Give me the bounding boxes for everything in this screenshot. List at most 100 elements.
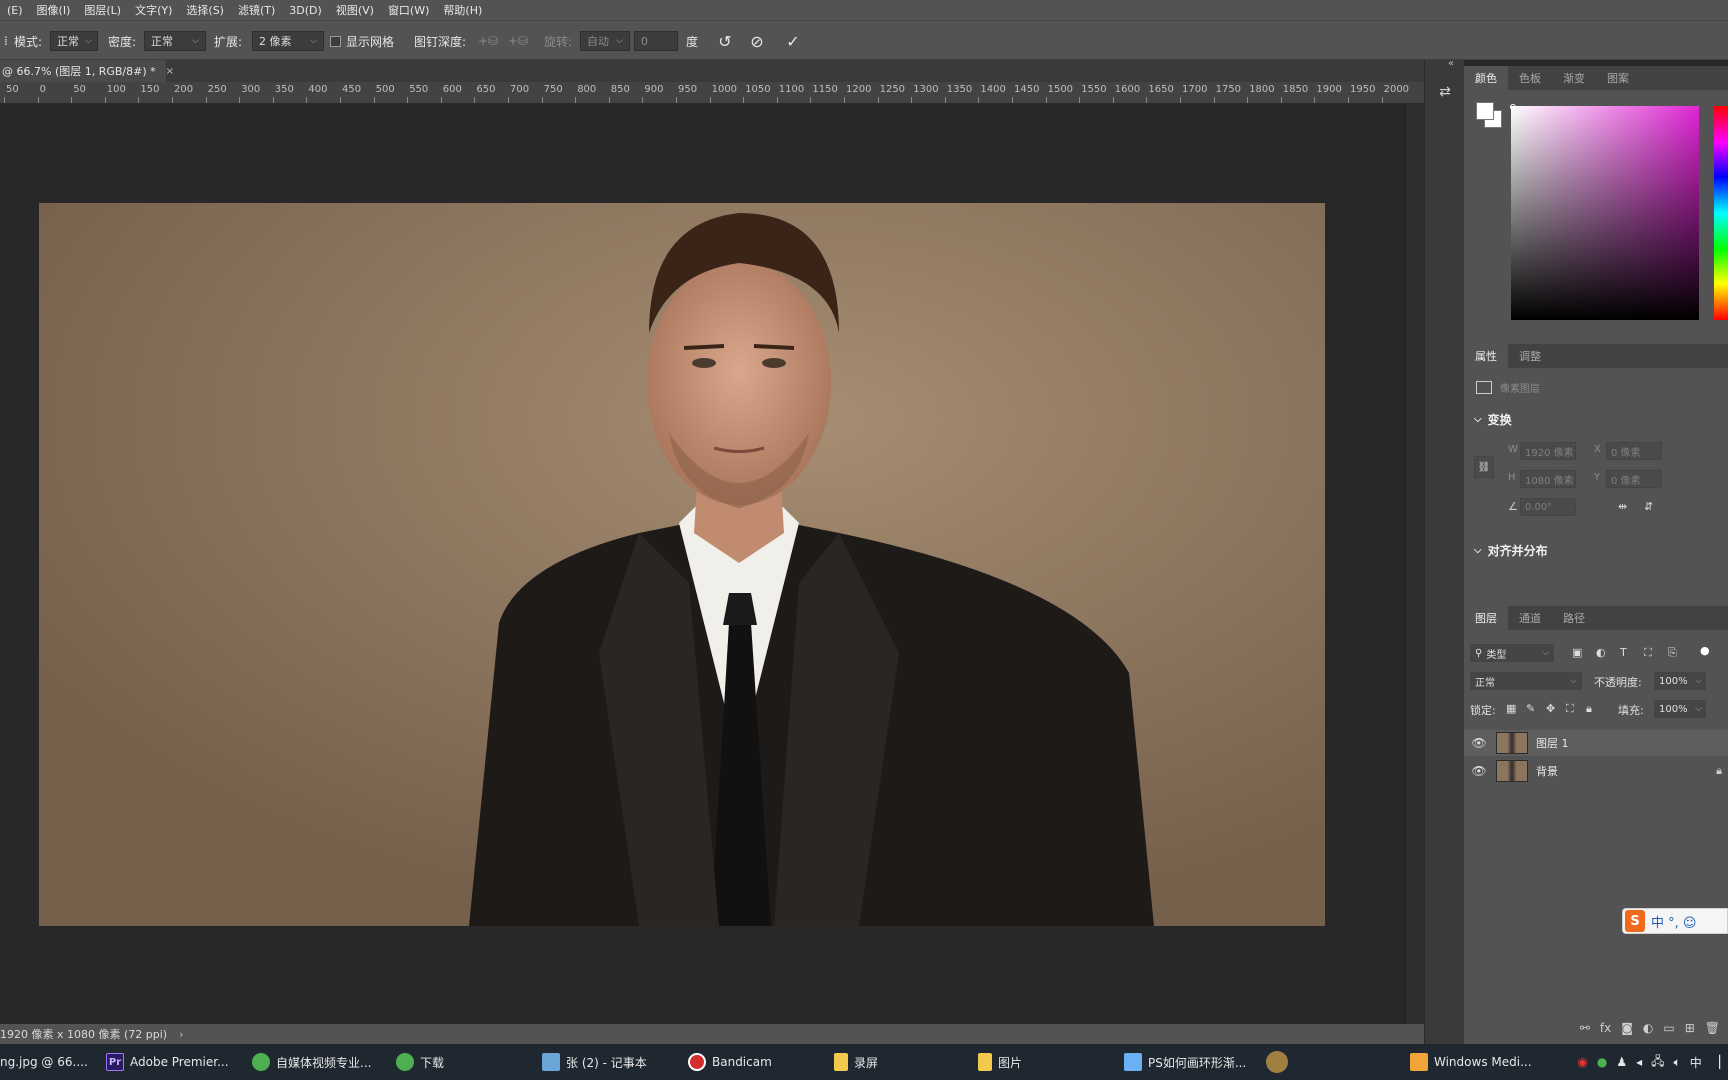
speaker-icon[interactable]: ◂: [1636, 1055, 1642, 1069]
layer-filter-select[interactable]: ⚲ 类型 ⌵: [1470, 644, 1554, 662]
pin-forward-icon[interactable]: +⛁: [478, 31, 498, 51]
color-picker-field[interactable]: [1511, 106, 1699, 320]
align-distribute-section[interactable]: ⌵ 对齐并分布: [1474, 542, 1548, 559]
fill-field[interactable]: 100% ⌵: [1654, 700, 1706, 718]
layer-row[interactable]: 👁︎ 图层 1: [1464, 730, 1728, 756]
taskbar-item-folder-recordings[interactable]: 录屏: [834, 1044, 878, 1080]
filter-pixel-icon[interactable]: ▣: [1572, 646, 1582, 659]
tab-properties[interactable]: 属性: [1464, 344, 1508, 368]
tab-channels[interactable]: 通道: [1508, 606, 1552, 630]
y-field[interactable]: 0 像素: [1606, 470, 1662, 488]
x-field[interactable]: 0 像素: [1606, 442, 1662, 460]
hue-slider[interactable]: [1714, 106, 1728, 320]
network-icon[interactable]: 🖧︎: [1651, 1052, 1664, 1073]
layer-row[interactable]: 👁︎ 背景 🔒︎: [1464, 758, 1728, 784]
expand-select[interactable]: 2 像素 ⌵: [252, 31, 324, 51]
layer-name[interactable]: 图层 1: [1536, 735, 1569, 751]
color-picker-marker[interactable]: [1510, 104, 1516, 110]
link-icon[interactable]: ⛓: [1474, 456, 1494, 478]
menu-item[interactable]: 文字(Y): [128, 2, 179, 18]
foreground-color-swatch[interactable]: [1476, 102, 1494, 120]
taskbar-item-media-player[interactable]: Windows Medi...: [1410, 1044, 1532, 1080]
taskbar-item-folder-pictures[interactable]: 图片: [978, 1044, 1022, 1080]
tab-adjustments[interactable]: 调整: [1508, 344, 1552, 368]
history-icon[interactable]: ⇄: [1435, 82, 1455, 102]
menu-item[interactable]: 帮助(H): [436, 2, 489, 18]
tab-swatches[interactable]: 色板: [1508, 66, 1552, 90]
reset-icon[interactable]: ↺: [714, 31, 736, 51]
filter-shape-icon[interactable]: ⛶: [1644, 646, 1652, 660]
canvas-image[interactable]: [39, 203, 1325, 926]
taskbar-item-photoshop[interactable]: ng.jpg @ 66....: [0, 1044, 88, 1080]
wechat-icon[interactable]: ●: [1597, 1055, 1607, 1069]
menu-item[interactable]: 滤镜(T): [231, 2, 282, 18]
layer-name[interactable]: 背景: [1536, 763, 1558, 779]
taskbar-item-ps-tutorial[interactable]: PS如何画环形渐...: [1124, 1044, 1246, 1080]
cancel-icon[interactable]: ⊘: [746, 31, 768, 51]
link-layers-icon[interactable]: ⚯: [1580, 1021, 1590, 1035]
menu-item[interactable]: 3D(D): [282, 4, 329, 17]
visibility-eye-icon[interactable]: 👁︎: [1468, 736, 1490, 750]
taskbar-item-notepad[interactable]: 张 (2) - 记事本: [542, 1044, 647, 1080]
lock-transparent-icon[interactable]: ▦: [1506, 702, 1516, 715]
network-app-icon[interactable]: ♟: [1616, 1055, 1627, 1069]
angle-field[interactable]: 0.00°: [1520, 498, 1576, 516]
transform-section[interactable]: ⌵ 变换: [1474, 411, 1512, 428]
density-select[interactable]: 正常 ⌵: [144, 31, 206, 51]
filter-toggle-icon[interactable]: ●: [1700, 644, 1710, 657]
menu-item[interactable]: (E): [0, 4, 30, 17]
canvas-area[interactable]: [0, 104, 1405, 1024]
volume-icon[interactable]: 🔈︎: [1674, 1055, 1681, 1070]
blend-mode-select[interactable]: 正常 ⌵: [1470, 672, 1582, 690]
taskbar-item-premiere[interactable]: Pr Adobe Premier...: [106, 1044, 229, 1080]
menu-item[interactable]: 图层(L): [77, 2, 128, 18]
filter-type-icon[interactable]: T: [1620, 646, 1627, 659]
tab-color[interactable]: 颜色: [1464, 66, 1508, 90]
tab-layers[interactable]: 图层: [1464, 606, 1508, 630]
taskbar-item-app[interactable]: [1266, 1044, 1294, 1080]
commit-check-icon[interactable]: ✓: [782, 31, 804, 51]
tab-patterns[interactable]: 图案: [1596, 66, 1640, 90]
vertical-scrollbar[interactable]: [1405, 104, 1424, 1024]
taskbar-item-bandicam[interactable]: Bandicam: [688, 1044, 772, 1080]
lock-position-icon[interactable]: ✥: [1546, 702, 1555, 715]
rotate-select[interactable]: 自动 ⌵: [580, 31, 630, 51]
document-tab[interactable]: @ 66.7% (图层 1, RGB/8#) * ×: [0, 60, 174, 82]
show-desktop-icon[interactable]: ▕: [1711, 1055, 1720, 1069]
close-icon[interactable]: ×: [166, 66, 174, 77]
ime-toolbar[interactable]: S 中 °, ☺: [1622, 908, 1728, 934]
tab-paths[interactable]: 路径: [1552, 606, 1596, 630]
tab-gradients[interactable]: 渐变: [1552, 66, 1596, 90]
pin-backward-icon[interactable]: +⛁: [508, 31, 528, 51]
visibility-eye-icon[interactable]: 👁︎: [1468, 764, 1490, 778]
mode-select[interactable]: 正常 ⌵: [50, 31, 98, 51]
angle-input[interactable]: 0: [634, 31, 678, 51]
menu-item[interactable]: 窗口(W): [381, 2, 436, 18]
fx-icon[interactable]: fx: [1600, 1021, 1611, 1035]
opacity-field[interactable]: 100% ⌵: [1654, 672, 1706, 690]
menu-item[interactable]: 选择(S): [179, 2, 231, 18]
input-language[interactable]: 中: [1690, 1054, 1702, 1071]
flip-vertical-icon[interactable]: ⇵: [1644, 500, 1653, 513]
delete-layer-icon[interactable]: 🗑︎: [1705, 1021, 1720, 1035]
new-adjustment-icon[interactable]: ◐: [1643, 1021, 1653, 1035]
menu-item[interactable]: 视图(V): [329, 2, 381, 18]
chevron-right-icon[interactable]: ›: [179, 1028, 183, 1041]
collapse-panels-icon[interactable]: «: [1448, 58, 1454, 69]
taskbar-item-download[interactable]: 下载: [396, 1044, 444, 1080]
ime-status[interactable]: 中 °, ☺: [1651, 912, 1696, 931]
flip-horizontal-icon[interactable]: ⇹: [1618, 500, 1627, 513]
lock-all-icon[interactable]: 🔒︎: [1586, 702, 1592, 716]
show-mesh-checkbox[interactable]: 显示网格: [330, 31, 394, 51]
filter-smart-object-icon[interactable]: ⎘: [1668, 646, 1677, 660]
new-layer-icon[interactable]: ⊞: [1685, 1021, 1695, 1035]
lock-image-icon[interactable]: ✎: [1526, 702, 1535, 715]
lock-artboard-icon[interactable]: ⛶: [1566, 702, 1574, 716]
width-field[interactable]: 1920 像素: [1520, 442, 1576, 460]
taskbar-item-wechat-video[interactable]: 自媒体视频专业...: [252, 1044, 371, 1080]
new-group-icon[interactable]: ▭: [1663, 1021, 1674, 1035]
filter-adjustment-icon[interactable]: ◐: [1596, 646, 1606, 659]
menu-item[interactable]: 图像(I): [30, 2, 78, 18]
record-tray-icon[interactable]: ◉: [1577, 1055, 1587, 1069]
height-field[interactable]: 1080 像素: [1520, 470, 1576, 488]
